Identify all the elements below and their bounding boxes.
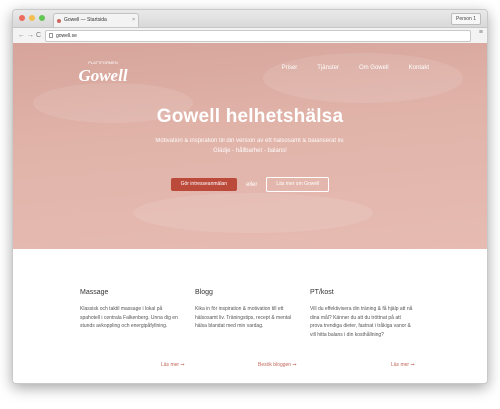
hero-section: PLATTFORMEN Gowell Priser Tjänster Om Go… [13, 43, 487, 249]
zoom-window-button[interactable] [39, 15, 45, 21]
hero-cloud-decoration [133, 193, 373, 233]
profile-button[interactable]: Person 1 [450, 13, 481, 25]
tab-title: Gowell — Startsida [64, 17, 107, 23]
hero-cloud-decoration [263, 53, 463, 103]
forward-icon[interactable]: → [27, 30, 34, 41]
hero-subtitle: Motivation & inspiration till din versio… [13, 136, 487, 156]
read-more-gowell-button[interactable]: Läs mer om Gowell [266, 177, 330, 192]
menu-icon[interactable]: ≡ [479, 29, 483, 36]
minimize-window-button[interactable] [29, 15, 35, 21]
feature-blogg: Blogg Kika in för inspiration & motivati… [195, 289, 298, 331]
main-nav: Priser Tjänster Om Gowell Kontakt [282, 65, 429, 71]
feature-pt-kost: PT/kost Vill du effektivisera din tränin… [310, 289, 413, 339]
cta-or-text: eller [246, 181, 258, 188]
hero-subtitle-line: Glädje - hållbarhet - balans! [213, 148, 287, 154]
page-info-icon [49, 33, 53, 38]
interest-signup-button[interactable]: Gör intresseanmälan [170, 178, 237, 191]
logo-tagline: PLATTFORMEN [88, 60, 118, 65]
feature-text: Vill du effektivisera din träning & få h… [310, 306, 413, 338]
logo-wordmark: Gowell [78, 66, 127, 85]
back-icon[interactable]: ← [18, 30, 25, 41]
hero-cta-group: Gör intresseanmälan eller Läs mer om Gow… [13, 177, 487, 192]
feature-title: Blogg [195, 289, 213, 296]
browser-toolbar: ← → C gowell.se ≡ [13, 28, 487, 44]
tab-strip: Gowell — Startsida × Person 1 [13, 10, 487, 28]
url-text: gowell.se [56, 33, 77, 39]
address-bar[interactable]: gowell.se [45, 30, 471, 42]
browser-window: Gowell — Startsida × Person 1 ← → C gowe… [12, 9, 488, 384]
nav-link-om-gowell[interactable]: Om Gowell [359, 65, 389, 71]
feature-text: Kika in för inspiration & motivation til… [195, 306, 292, 329]
blog-visit-link[interactable]: Besök bloggen ➞ [258, 362, 297, 368]
nav-link-kontakt[interactable]: Kontakt [409, 65, 429, 71]
tab-close-icon[interactable]: × [132, 14, 135, 27]
reload-icon[interactable]: C [36, 30, 41, 41]
nav-link-tjanster[interactable]: Tjänster [317, 65, 339, 71]
pt-read-more-link[interactable]: Läs mer ➞ [391, 362, 415, 368]
features-section: Massage Klassisk och taktil massage i lo… [13, 249, 487, 383]
favicon-icon [57, 19, 61, 23]
browser-tab[interactable]: Gowell — Startsida × [53, 13, 139, 27]
feature-title: PT/kost [310, 289, 334, 296]
gowell-logo[interactable]: PLATTFORMEN Gowell [77, 57, 129, 89]
massage-read-more-link[interactable]: Läs mer ➞ [161, 362, 185, 368]
window-controls [19, 15, 45, 21]
web-page: PLATTFORMEN Gowell Priser Tjänster Om Go… [13, 43, 487, 383]
hero-title: Gowell helhetshälsa [156, 106, 344, 127]
feature-massage: Massage Klassisk och taktil massage i lo… [80, 289, 183, 331]
close-window-button[interactable] [19, 15, 25, 21]
feature-text: Klassisk och taktil massage i lokal på s… [80, 306, 178, 329]
feature-title: Massage [80, 289, 109, 296]
nav-link-priser[interactable]: Priser [282, 65, 298, 71]
hero-subtitle-line: Motivation & inspiration till din versio… [155, 138, 345, 144]
